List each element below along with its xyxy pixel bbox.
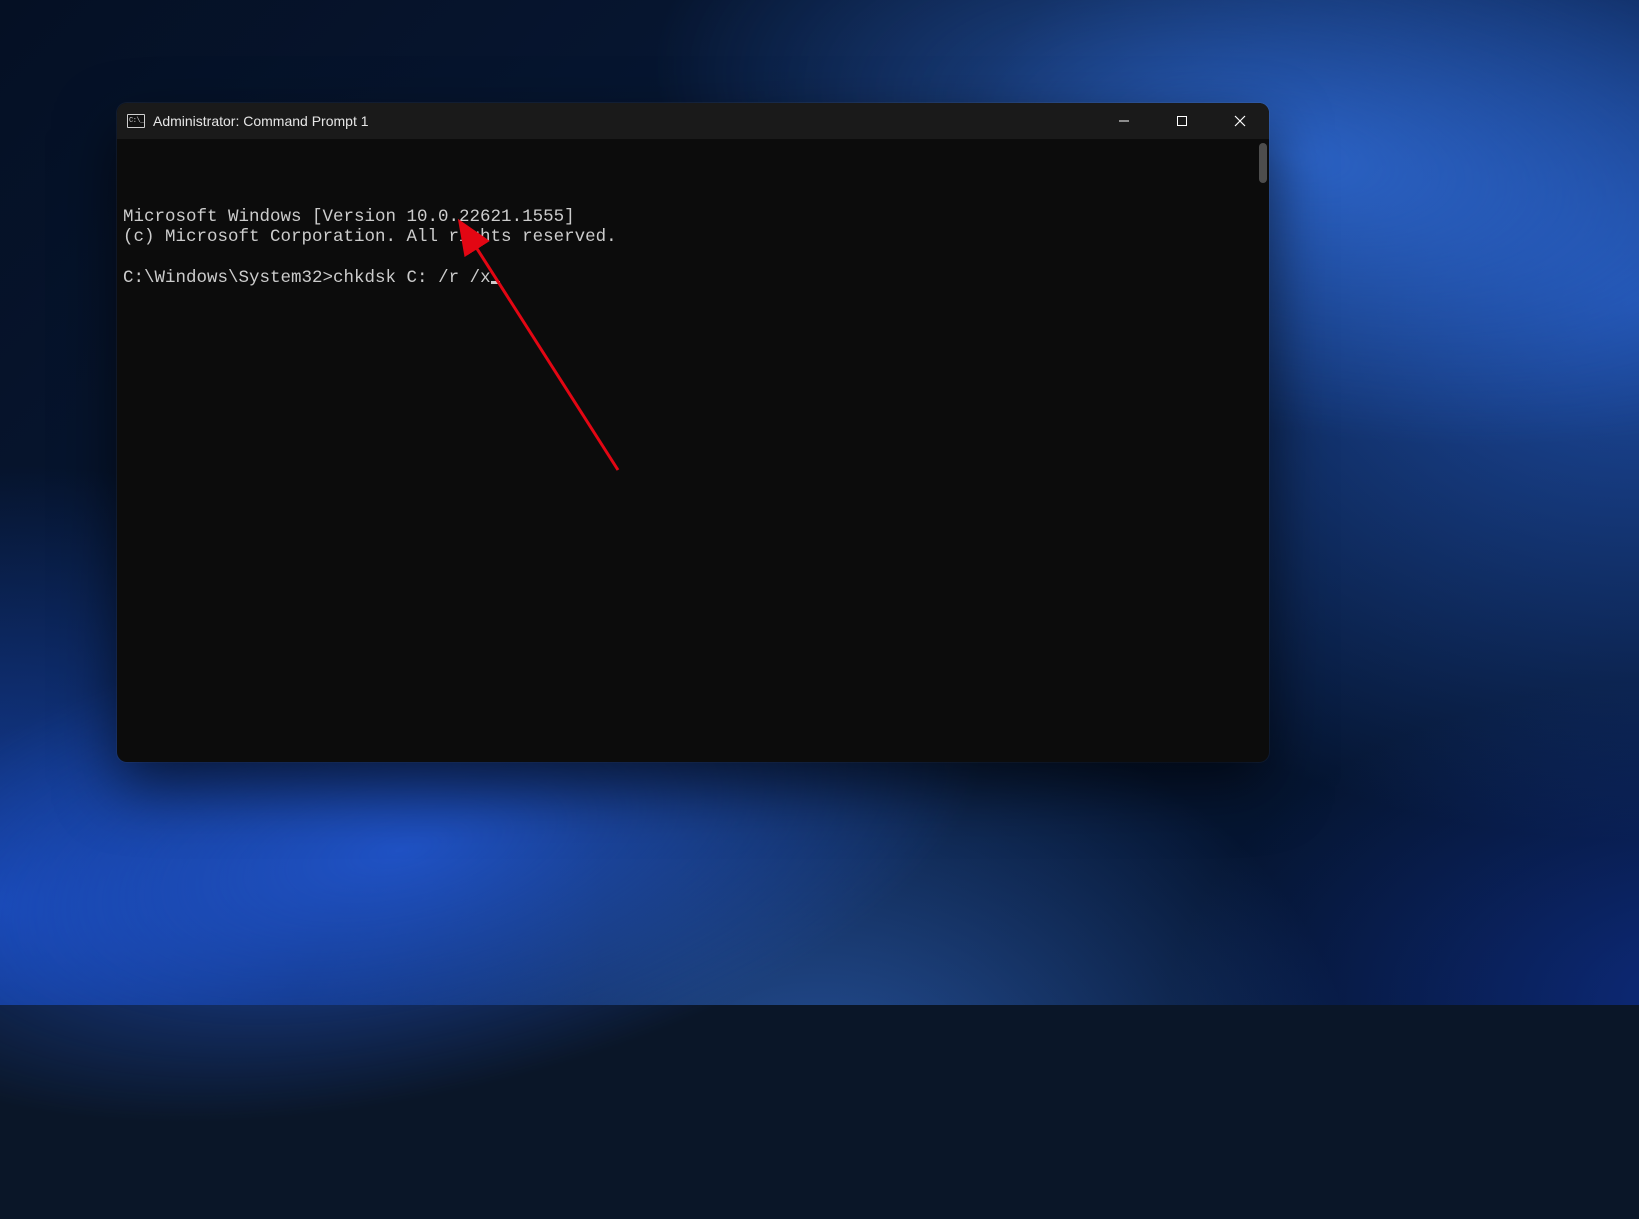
- window-title: Administrator: Command Prompt 1: [153, 113, 369, 129]
- prompt-path: C:\Windows\System32>: [123, 268, 333, 288]
- minimize-button[interactable]: [1095, 103, 1153, 139]
- command-prompt-window: Administrator: Command Prompt 1 Microsof…: [117, 103, 1269, 762]
- text-cursor: [491, 281, 500, 284]
- banner-line-1: Microsoft Windows [Version 10.0.22621.15…: [123, 207, 575, 227]
- titlebar[interactable]: Administrator: Command Prompt 1: [117, 103, 1269, 139]
- scrollbar-track[interactable]: [1255, 143, 1267, 758]
- close-icon: [1234, 115, 1246, 127]
- maximize-icon: [1176, 115, 1188, 127]
- maximize-button[interactable]: [1153, 103, 1211, 139]
- cmd-app-icon: [127, 114, 145, 128]
- banner-line-2: (c) Microsoft Corporation. All rights re…: [123, 227, 617, 247]
- minimize-icon: [1118, 115, 1130, 127]
- scrollbar-thumb[interactable]: [1259, 143, 1267, 183]
- window-controls: [1095, 103, 1269, 139]
- console-output-area[interactable]: Microsoft Windows [Version 10.0.22621.15…: [117, 139, 1269, 762]
- entered-command: chkdsk C: /r /x: [333, 268, 491, 288]
- close-button[interactable]: [1211, 103, 1269, 139]
